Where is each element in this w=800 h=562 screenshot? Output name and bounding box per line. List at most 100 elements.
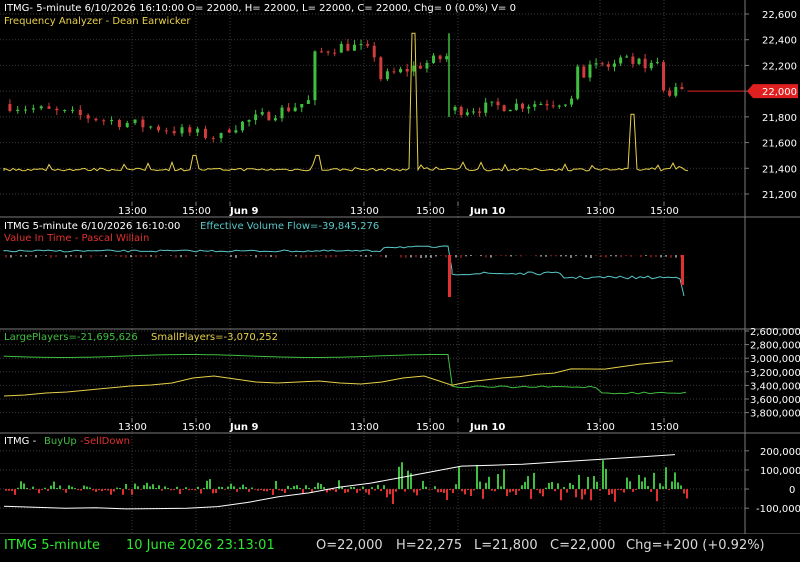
- players-y-tick-label: 3,600,000: [750, 395, 800, 406]
- candle-body: [465, 112, 469, 115]
- selldown-bar: [620, 489, 622, 491]
- candle-body: [339, 43, 343, 53]
- candle-body: [55, 108, 59, 111]
- selldown-bar: [635, 489, 637, 491]
- buyup-bar: [125, 483, 127, 490]
- buyup-bar: [185, 487, 187, 490]
- candle-body: [502, 105, 506, 112]
- price-y-tick-label: 22,600: [762, 10, 797, 21]
- selldown-bar: [359, 489, 361, 491]
- selldown-bar: [263, 489, 265, 492]
- selldown-bar: [356, 489, 358, 493]
- buyup-y-tick-label: 200,000: [760, 447, 800, 458]
- selldown-bar: [278, 489, 280, 491]
- effective-volume-flow-line: [3, 245, 685, 297]
- buyup-bar: [53, 481, 55, 490]
- candle-body: [637, 58, 641, 64]
- selldown-bar: [614, 489, 616, 502]
- value-in-time-bar: [681, 255, 684, 285]
- selldown-bar: [449, 489, 451, 491]
- chart-canvas[interactable]: ITMG- 5-minute 6/10/2026 16:10:00 O= 220…: [0, 0, 800, 535]
- selldown-bar: [104, 489, 106, 491]
- buyup-bar: [155, 488, 157, 490]
- candle-body: [612, 63, 616, 67]
- selldown-bar: [428, 489, 430, 490]
- candle-body: [496, 101, 500, 106]
- selldown-bar: [611, 489, 613, 494]
- selldown-bar: [194, 489, 196, 491]
- buyup-bar: [176, 486, 178, 490]
- buyup-bar: [503, 469, 505, 490]
- players-y-tick-label: 3,000,000: [750, 354, 800, 365]
- buyup-bar: [251, 487, 253, 490]
- candle-body: [445, 56, 449, 60]
- candle-body: [668, 90, 672, 96]
- candle-body: [47, 106, 51, 109]
- candle-body: [211, 137, 215, 139]
- buyup-bar: [89, 487, 91, 490]
- volume-flow-subtitle: Value In Time - Pascal Willain: [4, 233, 149, 244]
- buyup-bar: [158, 485, 160, 490]
- selldown-bar: [440, 489, 442, 493]
- selldown-bar: [575, 489, 577, 498]
- players-y-tick-label: 3,400,000: [750, 381, 800, 392]
- selldown-bar: [248, 489, 250, 492]
- candle-body: [180, 127, 184, 134]
- selldown-bar: [254, 489, 256, 490]
- buyup-bar: [629, 481, 631, 490]
- selldown-bar: [266, 489, 268, 492]
- buyup-bar: [143, 485, 145, 490]
- status-datetime: 10 June 2026 23:13:01: [126, 538, 275, 553]
- candle-body: [70, 109, 74, 111]
- candle-body: [606, 64, 610, 67]
- buyup-bar: [557, 483, 559, 490]
- selldown-bar: [92, 489, 94, 491]
- buyup-bar: [23, 483, 25, 490]
- selldown-bar: [284, 489, 286, 493]
- selldown-bar: [101, 489, 103, 492]
- buyup-y-tick-label: 100,000: [760, 466, 800, 477]
- selldown-bar: [395, 489, 397, 492]
- selldown-bar: [632, 489, 634, 492]
- selldown-bar: [467, 489, 469, 491]
- buyup-bar: [68, 485, 70, 490]
- buyup-bar: [197, 486, 199, 490]
- selldown-bar: [110, 489, 112, 495]
- selldown-bar: [599, 489, 601, 491]
- candle-body: [172, 131, 176, 134]
- buyup-bar: [233, 486, 235, 490]
- candle-body: [366, 44, 370, 46]
- candle-body: [287, 107, 291, 112]
- selldown-bar: [281, 489, 283, 491]
- buyup-bar: [149, 486, 151, 490]
- candle-body: [438, 55, 442, 60]
- candle-body: [346, 43, 350, 51]
- last-price-label: 22,000: [762, 87, 797, 98]
- price-y-tick-label: 22,400: [762, 36, 797, 47]
- selldown-bar: [77, 489, 79, 491]
- buyup-bar: [476, 464, 478, 490]
- buyup-bar: [20, 481, 22, 490]
- selldown-bar: [530, 489, 532, 499]
- buyup-bar: [320, 484, 322, 490]
- selldown-bar: [236, 489, 238, 492]
- selldown-bar: [29, 489, 31, 490]
- status-close: C=22,000: [550, 538, 616, 553]
- buyup-bar: [230, 483, 232, 490]
- buyup-bar: [605, 468, 607, 490]
- candle-body: [551, 105, 555, 107]
- candle-body: [643, 58, 647, 69]
- selldown-bar: [260, 489, 262, 491]
- selldown-bar: [47, 489, 49, 491]
- price-y-tick-label: 21,600: [762, 139, 797, 150]
- candle-body: [260, 112, 264, 115]
- buyup-bar: [497, 474, 499, 490]
- buyup-bar: [119, 488, 121, 490]
- status-symbol: ITMG 5-minute: [4, 538, 101, 553]
- candle-body: [8, 104, 12, 111]
- buyup-y-tick-label: 0: [789, 485, 795, 496]
- selldown-bar: [191, 489, 193, 490]
- buyup-y-tick-label: -100,000: [756, 504, 800, 515]
- selldown-bar: [515, 489, 517, 495]
- candle-body: [39, 106, 43, 109]
